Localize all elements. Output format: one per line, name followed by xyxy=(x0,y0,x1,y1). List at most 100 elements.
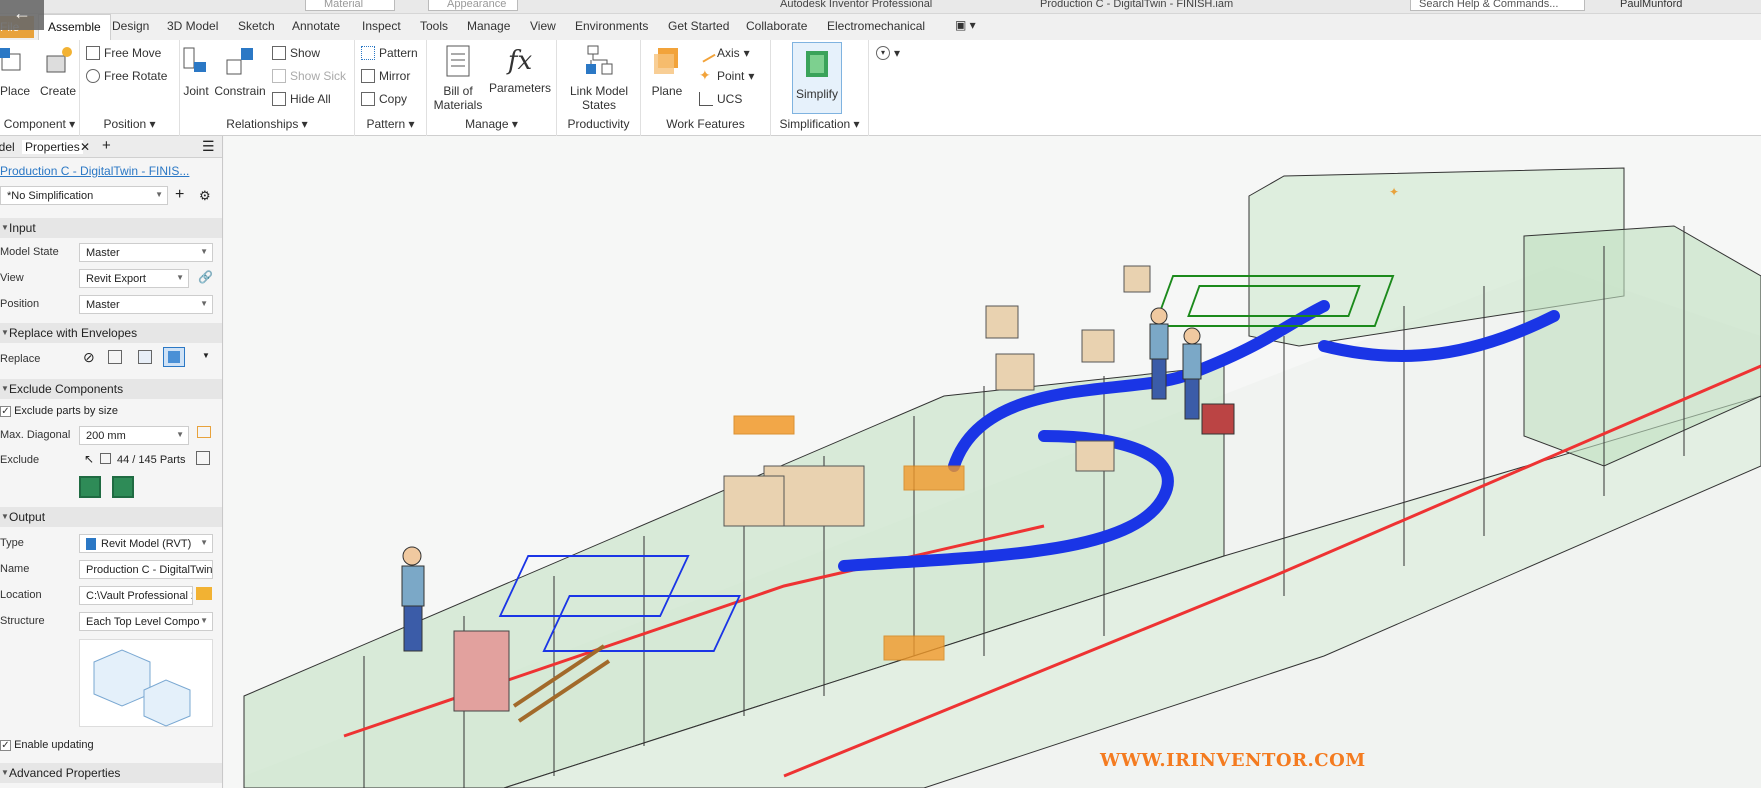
simplify-button[interactable]: Simplify xyxy=(792,42,842,114)
grid-icon[interactable] xyxy=(196,451,210,465)
measure-icon[interactable] xyxy=(197,426,211,438)
tab-3d-model[interactable]: 3D Model xyxy=(167,19,218,33)
fx-icon: fx xyxy=(507,46,533,76)
factory-model-scene: ✦ xyxy=(243,167,1761,788)
tab-collaborate[interactable]: Collaborate xyxy=(746,19,807,33)
replace-label: Replace xyxy=(0,353,41,365)
link-icon[interactable]: 🔗 xyxy=(198,270,213,284)
exclude-grid-icon[interactable] xyxy=(112,476,134,498)
view-dropdown[interactable]: Revit Export ▼ xyxy=(79,269,189,288)
add-icon[interactable]: + xyxy=(175,186,184,204)
location-input[interactable]: C:\Vault Professional 2 xyxy=(79,586,193,605)
constrain-button[interactable]: Constrain xyxy=(214,44,266,98)
show-button[interactable]: Show xyxy=(272,46,320,60)
parameters-button[interactable]: fx Parameters xyxy=(489,44,551,95)
appearance-selector[interactable]: Appearance xyxy=(428,0,518,11)
tab-model[interactable]: Model xyxy=(0,140,15,154)
mirror-icon xyxy=(361,69,375,83)
ucs-button[interactable]: UCS xyxy=(699,92,742,106)
simplify-icon xyxy=(806,51,828,77)
envelope-preview-icon xyxy=(93,649,191,727)
tab-manage[interactable]: Manage xyxy=(467,19,510,33)
point-button[interactable]: ✦ Point ▾ xyxy=(699,68,754,83)
replace-section-header[interactable]: ▼ Replace with Envelopes xyxy=(0,323,222,343)
tab-get-started[interactable]: Get Started xyxy=(668,19,729,33)
tab-inspect[interactable]: Inspect xyxy=(362,19,401,33)
view-label: View xyxy=(0,272,24,284)
place-button[interactable]: Place xyxy=(0,44,30,98)
properties-panel: Model Properties ✕ + ☰ Production C - Di… xyxy=(0,136,223,788)
checkbox-checked[interactable]: ✓ xyxy=(0,739,11,751)
panel-productivity: Link Model States Productivity xyxy=(557,40,641,136)
center-marker-icon: ✦ xyxy=(1389,185,1399,199)
free-rotate-button[interactable]: Free Rotate xyxy=(86,69,167,83)
max-diagonal-label: Max. Diagonal xyxy=(0,429,71,441)
component-panel-label: Component xyxy=(3,117,66,131)
free-move-button[interactable]: Free Move xyxy=(86,46,161,60)
plane-button[interactable]: Plane xyxy=(647,44,687,98)
max-diagonal-input[interactable]: 200 mm ▼ xyxy=(79,426,189,445)
manage-panel-label: Manage xyxy=(465,117,509,131)
advanced-properties-header[interactable]: ▼ Advanced Properties xyxy=(0,763,222,783)
type-dropdown[interactable]: Revit Model (RVT) ▼ xyxy=(79,534,213,553)
position-dropdown[interactable]: Master ▼ xyxy=(79,295,213,314)
user-name[interactable]: PaulMunford xyxy=(1620,0,1682,10)
exclude-section-header[interactable]: ▼ Exclude Components xyxy=(0,379,222,399)
mirror-button[interactable]: Mirror xyxy=(361,69,410,83)
checkbox-checked[interactable]: ✓ xyxy=(0,405,11,417)
tab-design[interactable]: Design xyxy=(112,19,149,33)
envelope-each-icon[interactable] xyxy=(108,350,122,364)
gear-icon[interactable]: ⚙ xyxy=(199,188,211,204)
material-selector[interactable]: Material xyxy=(305,0,395,11)
3d-viewport[interactable]: ✦ xyxy=(224,136,1761,788)
copy-button[interactable]: Copy xyxy=(361,92,407,106)
exclude-by-size-row[interactable]: ✓ Exclude parts by size xyxy=(0,405,222,417)
name-input[interactable]: Production C - DigitalTwin - xyxy=(79,560,213,579)
title-bar: Material Appearance Autodesk Inventor Pr… xyxy=(0,0,1761,14)
chevron-down-icon[interactable]: ▼ xyxy=(202,351,210,360)
tab-annotate[interactable]: Annotate xyxy=(292,19,340,33)
tab-sketch[interactable]: Sketch xyxy=(238,19,275,33)
link-model-states-button[interactable]: Link Model States xyxy=(563,44,635,112)
productivity-panel-label: Productivity xyxy=(567,117,630,131)
tab-environments[interactable]: Environments xyxy=(575,19,648,33)
output-section-header[interactable]: ▼ Output xyxy=(0,507,222,527)
document-link[interactable]: Production C - DigitalTwin - FINIS... xyxy=(0,164,222,178)
hide-all-button[interactable]: Hide All xyxy=(272,92,331,106)
folder-icon[interactable] xyxy=(196,587,212,600)
structure-dropdown[interactable]: Each Top Level Compo ▼ xyxy=(79,612,213,631)
tab-options-icon[interactable]: ▣ ▾ xyxy=(955,18,976,32)
create-button[interactable]: Create xyxy=(38,44,78,98)
menu-icon[interactable]: ☰ xyxy=(202,138,215,155)
input-section-header[interactable]: ▼ Input xyxy=(0,218,222,238)
copy-icon xyxy=(361,92,375,106)
add-tab-icon[interactable]: + xyxy=(102,137,111,154)
tab-view[interactable]: View xyxy=(530,19,556,33)
model-state-dropdown[interactable]: Master ▼ xyxy=(79,243,213,262)
simplification-dropdown[interactable]: *No Simplification ▼ xyxy=(0,186,168,205)
ribbon: Place Create Component ▾ Free Move Free … xyxy=(0,40,1761,136)
chevron-down-icon: ▼ xyxy=(176,273,184,282)
search-input[interactable]: Search Help & Commands... xyxy=(1410,0,1585,11)
show-sick-button[interactable]: Show Sick xyxy=(272,69,346,83)
bill-of-materials-button[interactable]: Bill of Materials xyxy=(433,44,483,112)
no-replace-icon[interactable]: ⊘ xyxy=(83,349,95,366)
panel-relationships: Joint Constrain Show Show Sick Hide All … xyxy=(180,40,355,136)
close-tab-icon[interactable]: ✕ xyxy=(80,140,90,154)
enable-updating-row[interactable]: ✓ Enable updating xyxy=(0,739,222,751)
pattern-icon xyxy=(361,46,375,60)
tab-assemble[interactable]: Assemble xyxy=(38,14,111,40)
ribbon-options-button[interactable]: ▾ ▾ xyxy=(876,46,900,60)
joint-button[interactable]: Joint xyxy=(180,44,212,98)
tab-properties[interactable]: Properties xyxy=(22,140,83,154)
collapse-icon: ▼ xyxy=(1,384,9,393)
tab-tools[interactable]: Tools xyxy=(420,19,448,33)
axis-button[interactable]: Axis ▾ xyxy=(696,43,750,63)
select-cursor-icon[interactable]: ↖ xyxy=(84,452,94,466)
include-icon[interactable] xyxy=(79,476,101,498)
back-button[interactable]: ← xyxy=(0,0,44,30)
envelope-single-icon[interactable] xyxy=(163,347,185,367)
envelope-all-icon[interactable] xyxy=(138,350,152,364)
pattern-button[interactable]: Pattern xyxy=(361,46,418,60)
tab-electromechanical[interactable]: Electromechanical xyxy=(827,19,925,33)
